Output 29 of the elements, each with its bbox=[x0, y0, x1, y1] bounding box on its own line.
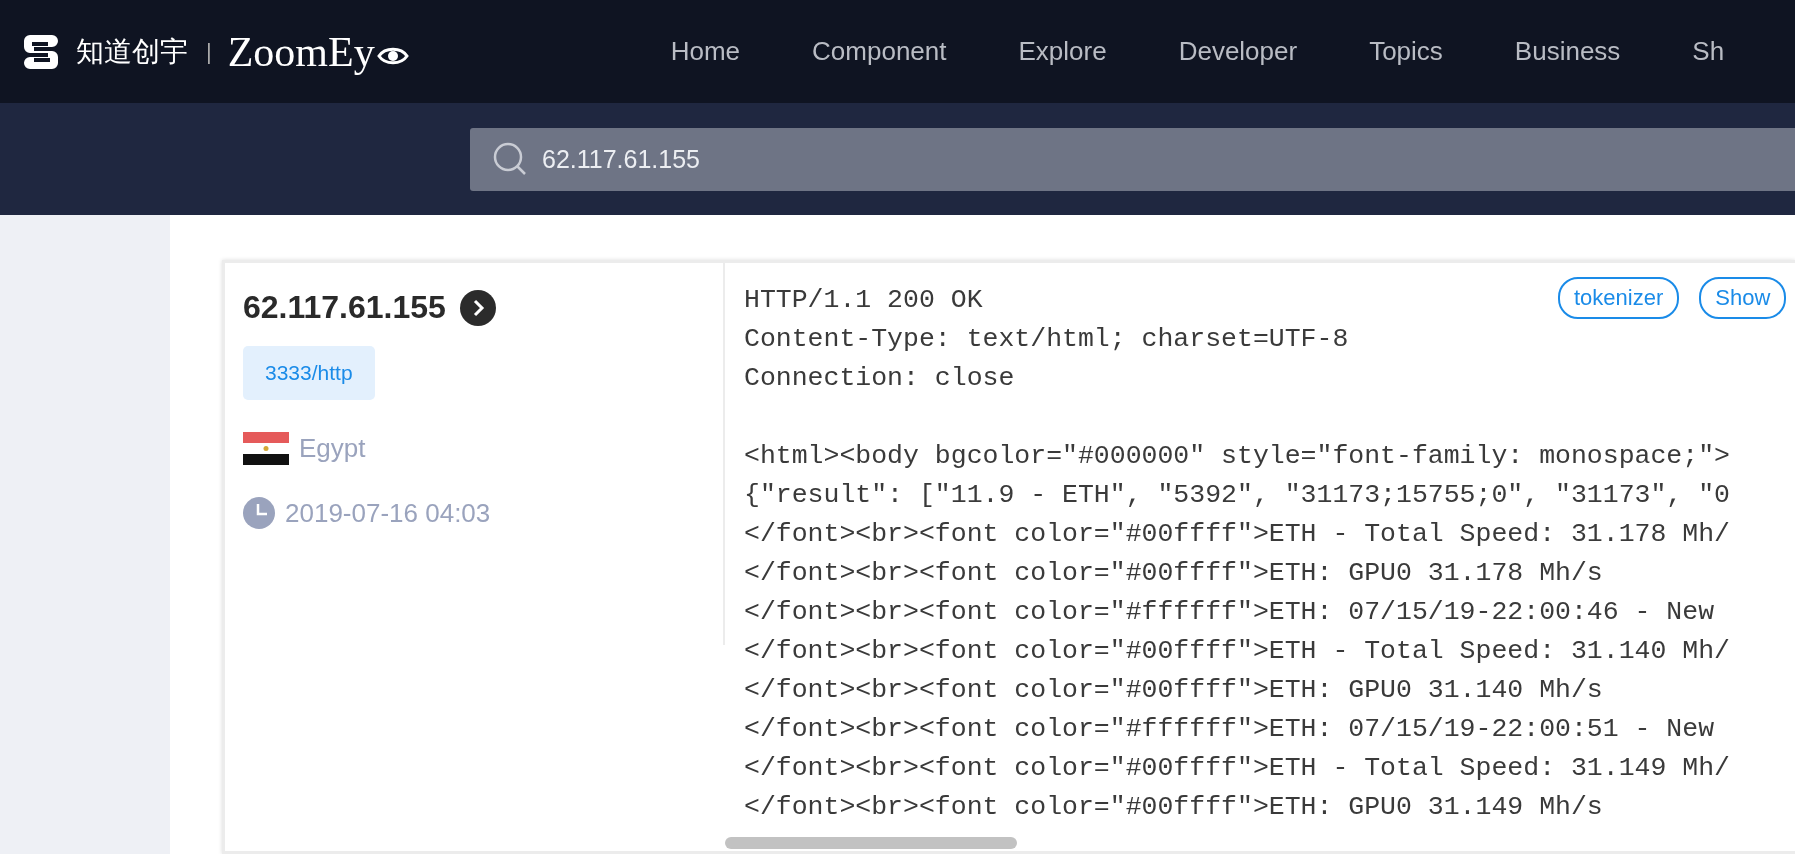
nav-link[interactable]: Component bbox=[812, 36, 947, 67]
banner-line: </font><br><font color="#00ffff">ETH: GPU0 31.140 Mh/s bbox=[744, 674, 1603, 707]
nav-link[interactable]: Developer bbox=[1178, 36, 1298, 67]
product-name: ZoomEy bbox=[227, 27, 375, 76]
banner-line: </font><br><font color="#ffffff">ETH: 07/15/19-22:00:46 - New bbox=[744, 596, 1715, 629]
nav-link[interactable]: Explore bbox=[1018, 36, 1107, 67]
nav-link[interactable]: Home bbox=[670, 36, 741, 67]
pill-button[interactable]: tokenizer bbox=[1558, 277, 1680, 319]
pill-button[interactable]: Show bbox=[1699, 277, 1787, 319]
ip-address: 62.117.61.155 bbox=[243, 289, 446, 326]
banner-line: HTTP/1.1 200 OK bbox=[744, 284, 983, 317]
banner-line: </font><br><font color="#00ffff">ETH: GPU0 31.178 Mh/s bbox=[744, 557, 1603, 590]
banner-line: Content-Type: text/html; charset=UTF-8 bbox=[744, 323, 1349, 356]
nav-link[interactable]: Topics bbox=[1369, 36, 1443, 67]
banner-line: {"result": ["11.9 - ETH", "5392", "31173;15755;0", "31173", "0 bbox=[744, 479, 1730, 512]
banner-line: </font><br><font color="#00ffff">ETH - Total Speed: 31.140 Mh/ bbox=[744, 635, 1730, 668]
banner-line: </font><br><font color="#00ffff">ETH: GPU0 31.149 Mh/s bbox=[744, 791, 1603, 824]
separator: | bbox=[206, 38, 212, 65]
nav-link[interactable]: Sh bbox=[1692, 36, 1725, 67]
banner-line: </font><br><font color="#ffffff">ETH: 07/15/19-22:00:51 - New bbox=[744, 713, 1715, 746]
banner-line: <html><body bgcolor="#000000" style="font-family: monospace;"> bbox=[744, 440, 1730, 473]
search-field[interactable]: 62.117.61.155 bbox=[540, 143, 944, 175]
brand-name: 知道创宇 bbox=[76, 33, 188, 70]
banner-line: </font><br><font color="#00ffff">ETH - Total Speed: 31.149 Mh/ bbox=[744, 752, 1730, 785]
banner-line: </font><br><font color="#00ffff">ETH - Total Speed: 31.178 Mh/ bbox=[744, 518, 1730, 551]
timestamp: 2019-07-16 04:03 bbox=[285, 497, 491, 529]
banner-line: Connection: close bbox=[744, 362, 1015, 395]
nav-link[interactable]: Business bbox=[1514, 36, 1621, 67]
country: Egypt bbox=[299, 433, 366, 464]
